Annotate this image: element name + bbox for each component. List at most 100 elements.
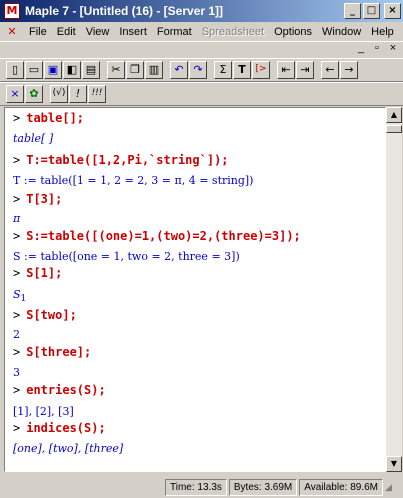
copy-icon[interactable]: ❐ [126, 61, 144, 79]
math-input-icon[interactable]: Σ [214, 61, 232, 79]
command-text[interactable]: S[three]; [26, 345, 91, 359]
input-line[interactable]: > T[3]; [13, 192, 62, 206]
menu-file[interactable]: File [24, 26, 52, 38]
menu-spreadsheet[interactable]: Spreadsheet [197, 26, 269, 38]
maximize-button[interactable]: □ [363, 3, 380, 19]
output-text: S := table([one = 1, two = 2, three = 3]… [13, 250, 240, 263]
input-line[interactable]: > entries(S); [13, 383, 106, 397]
stop-button[interactable]: ! [69, 85, 87, 103]
command-text[interactable]: S[two]; [26, 308, 77, 322]
scroll-up-icon[interactable]: ▲ [386, 107, 402, 123]
maple-leaf-icon[interactable]: ✿ [25, 85, 43, 103]
command-text[interactable]: T:=table([1,2,Pi,`string`]); [26, 153, 228, 167]
command-text[interactable]: S[1]; [26, 266, 62, 280]
prompt: > [13, 266, 21, 280]
menu-window[interactable]: Window [317, 26, 366, 38]
output-line: S1 [13, 288, 26, 304]
command-text[interactable]: entries(S); [26, 383, 105, 397]
prompt: > [13, 345, 21, 359]
doc-restore-button[interactable]: ▫ [371, 42, 383, 54]
doc-minimize-button[interactable]: _ [355, 42, 367, 54]
menu-format[interactable]: Format [152, 26, 197, 38]
status-time: Time: 13.3s [165, 478, 227, 496]
open-file-icon[interactable]: ▭ [25, 61, 43, 79]
main-toolbar: ▯ ▭ ▣ ◧ ▤ ✂ ❐ ▥ ↶ ↷ Σ T [> ⇤ ⇥ ← → [0, 58, 403, 82]
restart-button[interactable]: (√) [50, 85, 68, 103]
forward-arrow-icon[interactable]: → [340, 61, 358, 79]
menu-view[interactable]: View [81, 26, 115, 38]
output-subscript: 1 [20, 294, 27, 305]
paste-icon[interactable]: ▥ [145, 61, 163, 79]
input-line[interactable]: > S:=table([(one)=1,(two)=2,(three)=3]); [13, 229, 301, 243]
output-text: π [13, 212, 21, 225]
window-title: Maple 7 - [Untitled (16) - [Server 1]] [25, 4, 224, 18]
window-controls: _ □ × [344, 3, 401, 19]
scroll-thumb[interactable] [386, 125, 402, 133]
insert-prompt-icon[interactable]: [> [252, 61, 270, 79]
output-line: π [13, 212, 20, 225]
execute-all-button[interactable]: !!! [88, 85, 106, 103]
prompt: > [13, 192, 21, 206]
print-icon[interactable]: ▤ [82, 61, 100, 79]
redo-icon[interactable]: ↷ [189, 61, 207, 79]
doc-close-button[interactable]: × [387, 42, 399, 54]
close-button[interactable]: × [384, 3, 401, 19]
text-input-icon[interactable]: T [233, 61, 251, 79]
outdent-icon[interactable]: ⇤ [277, 61, 295, 79]
command-text[interactable]: indices(S); [26, 421, 105, 435]
vertical-scrollbar[interactable]: ▲ ▼ [386, 107, 402, 472]
command-text[interactable]: T[3]; [26, 192, 62, 206]
prompt: > [13, 111, 21, 125]
minimize-button[interactable]: _ [344, 3, 361, 19]
prompt: > [13, 308, 21, 322]
prompt: > [13, 229, 21, 243]
command-text[interactable]: S:=table([(one)=1,(two)=2,(three)=3]); [26, 229, 301, 243]
maple-app-icon[interactable]: M [4, 3, 20, 19]
status-bar: Time: 13.3s Bytes: 3.69M Available: 89.6… [0, 476, 403, 498]
output-line: S := table([one = 1, two = 2, three = 3]… [13, 250, 240, 263]
input-line[interactable]: > T:=table([1,2,Pi,`string`]); [13, 153, 229, 167]
status-bytes: Bytes: 3.69M [228, 478, 298, 496]
output-text: S [13, 288, 21, 301]
status-available: Available: 89.6M [299, 478, 383, 496]
scroll-down-icon[interactable]: ▼ [386, 456, 402, 472]
input-mode-icon[interactable]: × [6, 85, 24, 103]
output-text: T := table([1 = 1, 2 = 2, 3 = π, 4 = str… [13, 174, 254, 187]
command-text[interactable]: table[]; [26, 111, 84, 125]
output-line: T := table([1 = 1, 2 = 2, 3 = π, 4 = str… [13, 174, 253, 187]
menu-insert[interactable]: Insert [114, 26, 152, 38]
indent-icon[interactable]: ⇥ [296, 61, 314, 79]
input-line[interactable]: > indices(S); [13, 421, 106, 435]
prompt: > [13, 421, 21, 435]
resize-grip-icon[interactable]: ◢ [385, 480, 399, 494]
title-bar[interactable]: M Maple 7 - [Untitled (16) - [Server 1]]… [0, 0, 403, 22]
save-icon[interactable]: ▣ [44, 61, 62, 79]
worksheet-area[interactable]: > table[]; table[ ] > T:=table([1,2,Pi,`st… [4, 107, 386, 472]
output-text: table[ ] [13, 132, 54, 145]
input-line[interactable]: > S[three]; [13, 345, 91, 359]
output-text: [one], [two], [three] [13, 442, 124, 455]
output-line: 2 [13, 328, 20, 341]
new-file-icon[interactable]: ▯ [6, 61, 24, 79]
context-toolbar: × ✿ (√) ! !!! [0, 82, 403, 106]
input-line[interactable]: > S[two]; [13, 308, 77, 322]
prompt: > [13, 153, 21, 167]
undo-icon[interactable]: ↶ [170, 61, 188, 79]
back-arrow-icon[interactable]: ← [321, 61, 339, 79]
document-controls: _ ▫ × [355, 42, 399, 54]
output-line: [one], [two], [three] [13, 442, 123, 455]
input-line[interactable]: > table[]; [13, 111, 84, 125]
menu-options[interactable]: Options [269, 26, 317, 38]
output-text: [1], [2], [3] [13, 405, 74, 418]
export-icon[interactable]: ◧ [63, 61, 81, 79]
output-line: 3 [13, 366, 20, 379]
prompt: > [13, 383, 21, 397]
cut-icon[interactable]: ✂ [107, 61, 125, 79]
menu-edit[interactable]: Edit [52, 26, 81, 38]
output-line: [1], [2], [3] [13, 405, 74, 418]
document-icon[interactable]: ✕ [4, 25, 20, 39]
menu-bar: ✕ File Edit View Insert Format Spreadshe… [0, 22, 403, 42]
input-line[interactable]: > S[1]; [13, 266, 62, 280]
output-text: 3 [13, 366, 20, 379]
menu-help[interactable]: Help [366, 26, 399, 38]
